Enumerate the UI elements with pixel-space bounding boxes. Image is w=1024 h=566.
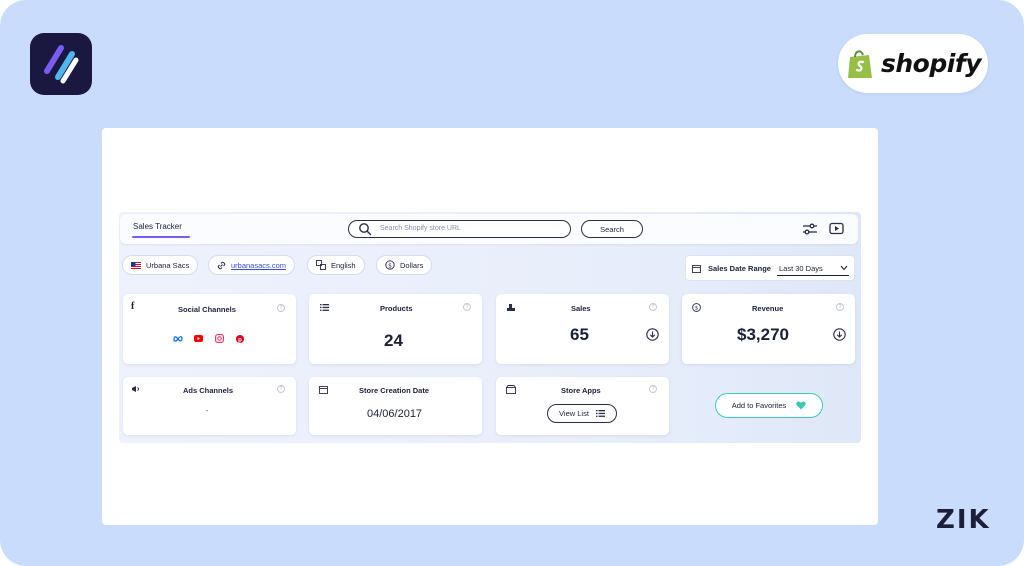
sales-help-icon[interactable]: ? [649,303,657,311]
us-flag-icon [131,261,141,269]
add-to-favorites-label: Add to Favorites [731,401,787,410]
shopify-bag-icon [848,49,872,78]
svg-text:p: p [238,337,242,343]
chevron-down-icon[interactable] [840,265,848,271]
sales-tag-icon [507,304,515,311]
search-button[interactable]: Search [581,220,643,238]
list-icon [320,304,329,311]
shopify-logo: shopify [838,34,988,93]
list-icon [595,410,605,417]
calendar-icon [692,265,701,273]
zik-logo: ZIK [936,505,991,535]
svg-text:$: $ [388,262,392,269]
store-apps-title: Store Apps [561,386,601,395]
youtube-icon [194,335,203,342]
ads-channels-value: - [206,408,209,415]
currency-chip: $ Dollars [376,255,433,275]
pinterest-icon: p [236,335,244,343]
app-logo [30,33,92,95]
meta-icon [173,336,183,342]
heart-icon [796,401,807,410]
video-play-icon[interactable] [829,222,844,235]
store-apps-icon [506,385,516,394]
shopify-wordmark: shopify [881,49,982,78]
date-range-label: Sales Date Range [708,264,771,273]
ads-channels-help-icon[interactable]: ? [277,385,285,393]
tab-sales-tracker[interactable]: Sales Tracker [133,222,182,231]
date-range-select[interactable]: Last 30 Days [779,264,823,273]
svg-text:$: $ [695,306,699,312]
search-placeholder: Search Shopify store URL [380,225,461,232]
sales-download-icon[interactable] [646,328,659,341]
view-list-button[interactable]: View List [547,404,617,423]
sales-title: Sales [571,304,591,313]
store-url-chip[interactable]: urbanasacs.com [208,255,296,275]
search-icon [359,223,372,236]
store-creation-date: 04/06/2017 [367,408,423,420]
filter-sliders-icon[interactable] [802,222,818,236]
revenue-amount: $3,270 [737,325,789,344]
revenue-dollar-icon: $ [692,303,701,312]
sales-count: 65 [570,325,589,344]
date-select-underline [777,275,849,276]
revenue-download-icon[interactable] [833,328,846,341]
social-channels-title: Social Channels [178,305,236,314]
view-list-label: View List [559,409,589,418]
store-name: Urbana Sacs [146,260,190,270]
megaphone-icon [132,386,140,392]
store-name-chip: Urbana Sacs [122,255,199,275]
store-currency: Dollars [400,260,424,270]
store-url-link[interactable]: urbanasacs.com [231,261,286,270]
store-calendar-icon [319,386,328,394]
facebook-icon: f [131,301,135,312]
add-to-favorites-button[interactable]: Add to Favorites [715,393,823,418]
translate-icon [316,260,326,270]
dollar-circle-icon: $ [385,260,395,270]
instagram-icon [215,334,224,343]
store-creation-title: Store Creation Date [359,386,430,395]
link-icon [217,261,226,269]
revenue-help-icon[interactable]: ? [836,303,844,311]
products-count: 24 [384,331,403,350]
store-apps-help-icon[interactable]: ? [649,385,657,393]
products-title: Products [380,304,413,313]
active-tab-indicator [132,236,190,238]
store-language: English [331,260,356,270]
ads-channels-title: Ads Channels [183,386,234,395]
revenue-title: Revenue [752,304,784,313]
language-chip: English [307,255,365,275]
products-help-icon[interactable]: ? [463,303,471,311]
social-channels-help-icon[interactable]: ? [277,304,285,312]
